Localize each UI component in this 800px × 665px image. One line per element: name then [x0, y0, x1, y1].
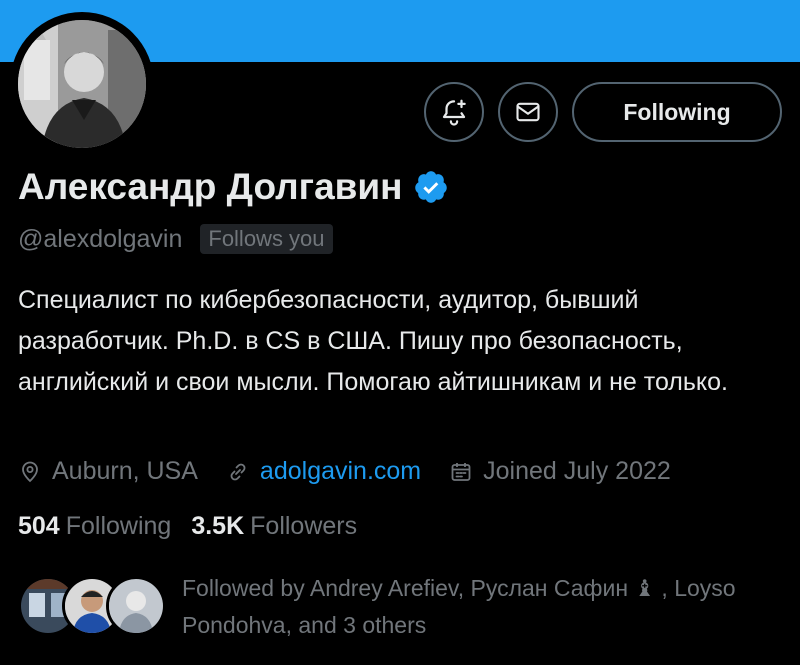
- mail-icon: [516, 102, 540, 122]
- joined-item: Joined July 2022: [449, 457, 671, 486]
- location-pin-icon: [22, 461, 38, 482]
- profile-meta: Auburn, USA adolgavin.com Joined July 20…: [18, 457, 699, 486]
- location-item: Auburn, USA: [18, 457, 198, 486]
- follows-you-badge: Follows you: [200, 224, 333, 254]
- bell-plus-icon: [442, 99, 466, 126]
- followers-label: Followers: [250, 512, 358, 540]
- verified-badge-icon[interactable]: [413, 169, 449, 205]
- following-button[interactable]: Following: [572, 82, 782, 142]
- profile-avatar[interactable]: [10, 12, 154, 156]
- website-item[interactable]: adolgavin.com: [226, 457, 421, 486]
- calendar-icon: [451, 462, 471, 481]
- profile-stats: 504 Following 3.5K Followers: [18, 512, 377, 541]
- follower-avatar[interactable]: [106, 576, 166, 636]
- message-button[interactable]: [498, 82, 558, 142]
- followed-by-avatars[interactable]: [18, 570, 168, 636]
- followers-count: 3.5K: [191, 512, 245, 540]
- profile-name: Александр Долгавин: [18, 166, 449, 208]
- followed-by-section[interactable]: Followed by Andrey Arefiev, Руслан Сафин…: [18, 570, 772, 644]
- profile-name-text: Александр Долгавин: [18, 166, 403, 207]
- handle-row: @alexdolgavin Follows you: [18, 224, 333, 254]
- profile-handle: @alexdolgavin: [18, 224, 183, 253]
- notify-button[interactable]: [424, 82, 484, 142]
- followers-stat[interactable]: 3.5K Followers: [191, 512, 357, 541]
- following-count: 504: [18, 512, 60, 540]
- joined-text: Joined July 2022: [483, 457, 671, 485]
- followed-by-text[interactable]: Followed by Andrey Arefiev, Руслан Сафин…: [182, 570, 772, 644]
- following-label: Following: [65, 512, 172, 540]
- website-link[interactable]: adolgavin.com: [260, 457, 421, 486]
- link-icon: [230, 463, 246, 480]
- following-stat[interactable]: 504 Following: [18, 512, 171, 541]
- location-text: Auburn, USA: [52, 457, 198, 485]
- profile-bio: Специалист по кибербезопасности, аудитор…: [18, 286, 728, 396]
